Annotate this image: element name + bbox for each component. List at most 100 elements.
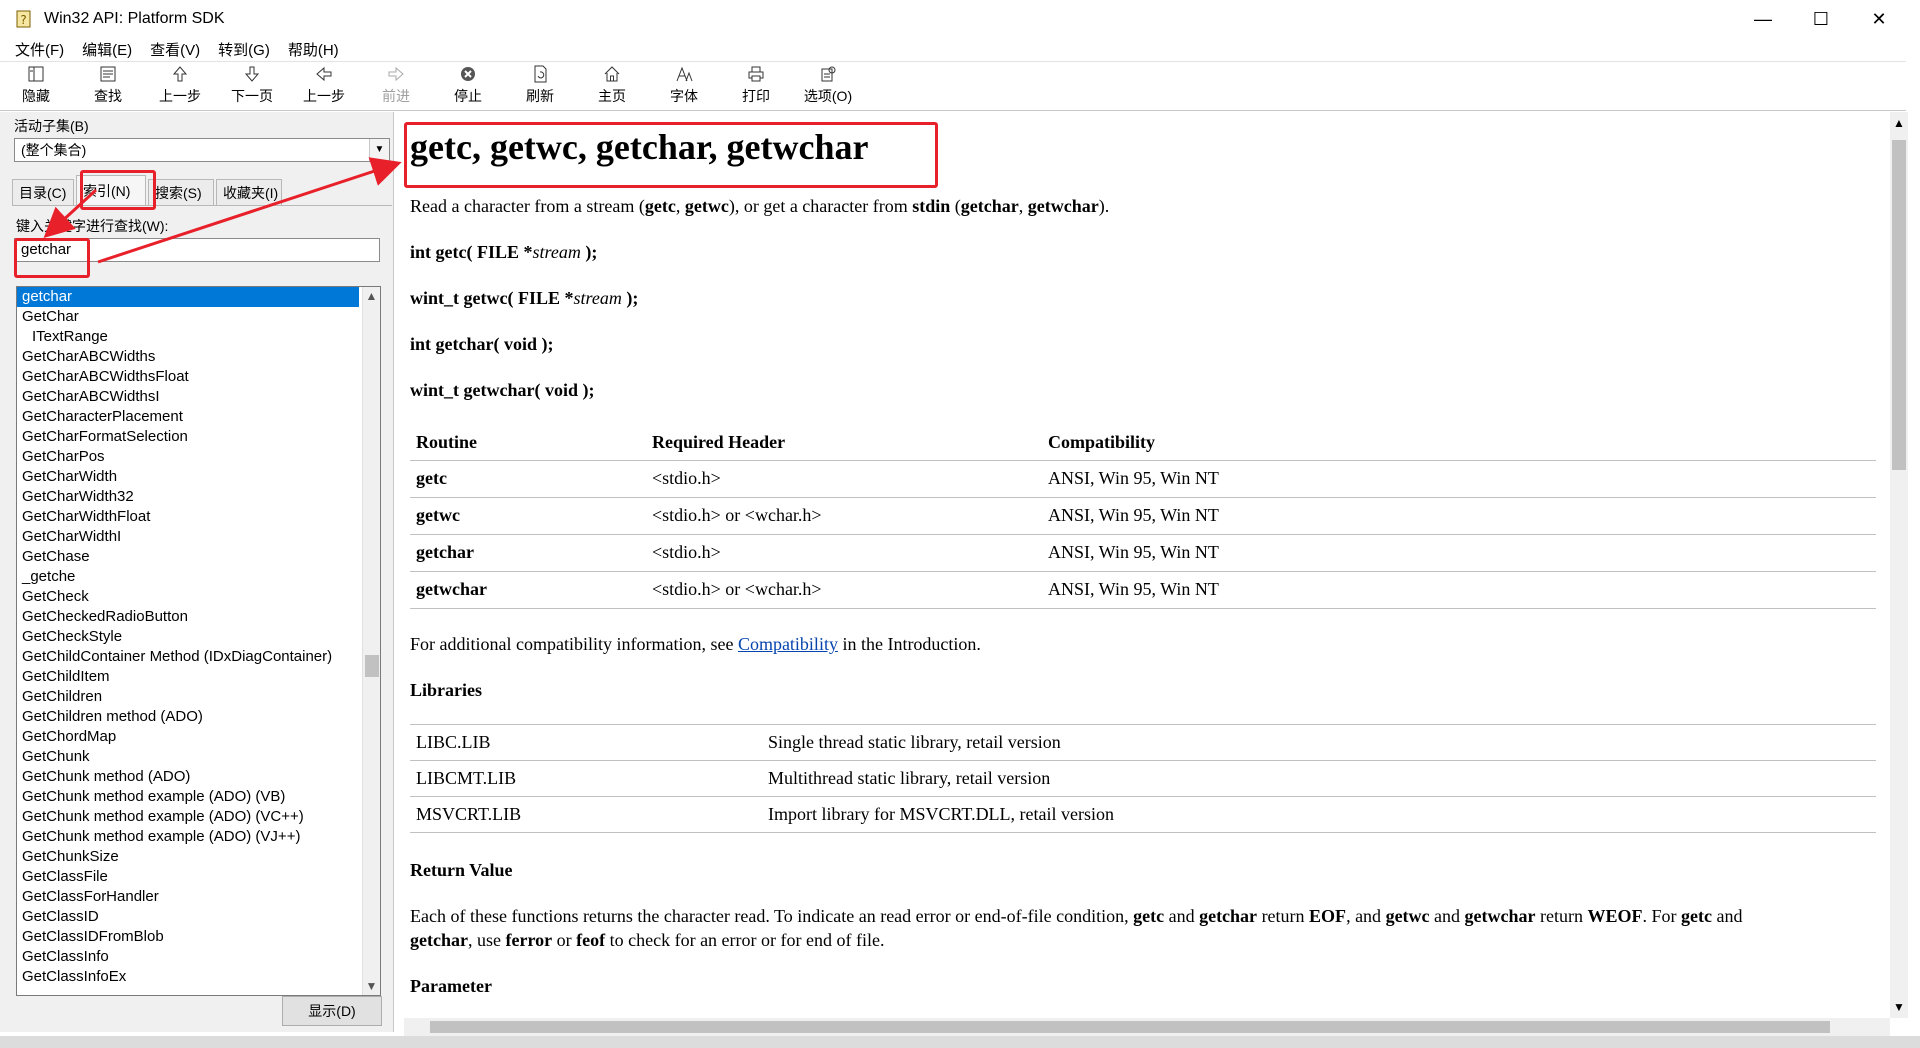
index-list-item[interactable]: GetClassIDFromBlob bbox=[17, 927, 359, 947]
index-list-item[interactable]: GetChunk bbox=[17, 747, 359, 767]
locate-icon bbox=[100, 66, 116, 82]
options-button[interactable]: 选项(O) bbox=[792, 63, 864, 110]
help-book-icon: ? bbox=[16, 10, 31, 28]
index-list-item[interactable]: GetChildContainer Method (IDxDiagContain… bbox=[17, 647, 359, 667]
index-list-item[interactable]: GetChordMap bbox=[17, 727, 359, 747]
svg-text:?: ? bbox=[20, 13, 26, 27]
index-list-item[interactable]: GetCharFormatSelection bbox=[17, 427, 359, 447]
column-header: Compatibility bbox=[1048, 432, 1156, 453]
libraries-table: LIBC.LIB Single thread static library, re… bbox=[410, 724, 1876, 833]
scroll-up-icon[interactable]: ▲ bbox=[1890, 112, 1908, 134]
return-value-text-line2: getchar, use ferror or feof to check for… bbox=[410, 930, 885, 950]
stop-button[interactable]: 停止 bbox=[432, 63, 504, 110]
index-list[interactable]: getchar GetChar ITextRange GetCharABCWidths… bbox=[16, 286, 381, 996]
index-list-item[interactable]: GetClassForHandler bbox=[17, 887, 359, 907]
signature-getchar: int getchar( void ); bbox=[410, 334, 554, 354]
tab-search[interactable]: 搜索(S) bbox=[148, 179, 214, 205]
font-button[interactable]: 字体 bbox=[648, 63, 720, 110]
table-row: LIBCMT.LIB Multithread static library, re… bbox=[410, 760, 1876, 797]
print-button[interactable]: 打印 bbox=[720, 63, 792, 110]
active-subset-dropdown[interactable]: (整个集合) ▼ bbox=[14, 138, 390, 162]
index-list-item[interactable]: GetCharWidthI bbox=[17, 527, 359, 547]
index-list-item[interactable]: GetChildren method (ADO) bbox=[17, 707, 359, 727]
index-list-item[interactable]: GetCheck bbox=[17, 587, 359, 607]
display-button[interactable]: 显示(D) bbox=[282, 996, 382, 1026]
libraries-heading: Libraries bbox=[410, 680, 482, 700]
tab-favorites[interactable]: 收藏夹(I) bbox=[216, 179, 282, 205]
index-list-item[interactable]: getchar bbox=[17, 287, 359, 307]
topic-horizontal-scrollbar[interactable] bbox=[404, 1018, 1890, 1036]
menu-view[interactable]: 查看(V) bbox=[150, 39, 200, 60]
minimize-button[interactable]: — bbox=[1734, 0, 1792, 38]
home-button[interactable]: 主页 bbox=[576, 63, 648, 110]
index-list-item[interactable]: GetClassInfo bbox=[17, 947, 359, 967]
font-icon bbox=[676, 66, 693, 82]
index-list-item[interactable]: ITextRange bbox=[17, 327, 359, 347]
signature-getc: int getc( FILE *stream ); bbox=[410, 242, 598, 262]
index-list-item[interactable]: GetCharPos bbox=[17, 447, 359, 467]
index-list-item[interactable]: _getche bbox=[17, 567, 359, 587]
scrollbar-thumb[interactable] bbox=[1892, 140, 1906, 470]
close-button[interactable]: ✕ bbox=[1850, 0, 1908, 38]
index-list-item[interactable]: GetCharABCWidths bbox=[17, 347, 359, 367]
topic-intro: Read a character from a stream (getc, ge… bbox=[410, 196, 1110, 216]
previous-button[interactable]: 上一步 bbox=[144, 63, 216, 110]
index-list-item[interactable]: GetChunk method example (ADO) (VB) bbox=[17, 787, 359, 807]
print-icon bbox=[748, 66, 764, 82]
index-list-item[interactable]: GetCheckStyle bbox=[17, 627, 359, 647]
keyword-label: 键入关键字进行查找(W): bbox=[16, 218, 169, 234]
index-list-item[interactable]: GetCharWidth32 bbox=[17, 487, 359, 507]
taskbar bbox=[0, 1036, 1920, 1048]
tab-contents[interactable]: 目录(C) bbox=[12, 179, 74, 205]
scrollbar-thumb[interactable] bbox=[430, 1021, 1830, 1033]
topic-vertical-scrollbar[interactable]: ▲ ▼ bbox=[1890, 112, 1908, 1018]
menu-edit[interactable]: 编辑(E) bbox=[82, 39, 132, 60]
index-list-item[interactable]: GetChunk method (ADO) bbox=[17, 767, 359, 787]
annotation-box-title bbox=[404, 122, 938, 188]
active-subset-label: 活动子集(B) bbox=[14, 118, 89, 134]
table-row: getc <stdio.h> ANSI, Win 95, Win NT bbox=[410, 459, 1876, 497]
hide-button[interactable]: 隐藏 bbox=[0, 63, 72, 110]
index-list-item[interactable]: GetCharWidthFloat bbox=[17, 507, 359, 527]
scroll-up-icon[interactable]: ▲ bbox=[363, 287, 380, 305]
up-arrow-icon bbox=[172, 66, 188, 82]
index-list-item[interactable]: GetChunk method example (ADO) (VJ++) bbox=[17, 827, 359, 847]
index-list-item[interactable]: GetChildItem bbox=[17, 667, 359, 687]
index-list-item[interactable]: GetCheckedRadioButton bbox=[17, 607, 359, 627]
menu-goto[interactable]: 转到(G) bbox=[218, 39, 270, 60]
topic-pane: getc, getwc, getchar, getwchar Read a ch… bbox=[404, 112, 1890, 1018]
compatibility-link[interactable]: Compatibility bbox=[738, 634, 838, 654]
next-page-button[interactable]: 下一页 bbox=[216, 63, 288, 110]
locate-button[interactable]: 查找 bbox=[72, 63, 144, 110]
routine-table: Routine Required Header Compatibility ge… bbox=[410, 426, 1876, 609]
index-list-item[interactable]: GetChildren bbox=[17, 687, 359, 707]
table-row: MSVCRT.LIB Import library for MSVCRT.DLL,… bbox=[410, 796, 1876, 833]
forward-button[interactable]: 前进 bbox=[360, 63, 432, 110]
back-button[interactable]: 上一步 bbox=[288, 63, 360, 110]
scroll-down-icon[interactable]: ▼ bbox=[1890, 996, 1908, 1018]
refresh-icon bbox=[534, 65, 547, 83]
index-list-item[interactable]: GetClassFile bbox=[17, 867, 359, 887]
nav-tabs: 目录(C) 索引(N) 搜索(S) 收藏夹(I) bbox=[12, 175, 392, 206]
index-list-item[interactable]: GetClassID bbox=[17, 907, 359, 927]
index-list-item[interactable]: GetChunk method example (ADO) (VC++) bbox=[17, 807, 359, 827]
index-list-item[interactable]: GetCharABCWidthsI bbox=[17, 387, 359, 407]
index-list-item[interactable]: GetCharABCWidthsFloat bbox=[17, 367, 359, 387]
annotation-box-search bbox=[14, 238, 90, 278]
refresh-button[interactable]: 刷新 bbox=[504, 63, 576, 110]
index-list-item[interactable]: GetCharWidth bbox=[17, 467, 359, 487]
index-list-item[interactable]: GetCharacterPlacement bbox=[17, 407, 359, 427]
index-list-item[interactable]: GetChase bbox=[17, 547, 359, 567]
index-list-item[interactable]: GetChunkSize bbox=[17, 847, 359, 867]
index-list-item[interactable]: GetClassInfoEx bbox=[17, 967, 359, 987]
menu-file[interactable]: 文件(F) bbox=[15, 39, 64, 60]
scroll-down-icon[interactable]: ▼ bbox=[363, 977, 380, 995]
index-scrollbar[interactable]: ▲ ▼ bbox=[362, 287, 380, 995]
maximize-button[interactable]: ☐ bbox=[1792, 0, 1850, 38]
menu-help[interactable]: 帮助(H) bbox=[288, 39, 339, 60]
chevron-down-icon[interactable]: ▼ bbox=[369, 139, 389, 161]
scrollbar-thumb[interactable] bbox=[365, 655, 379, 677]
index-list-item[interactable]: GetChar bbox=[17, 307, 359, 327]
signature-getwchar: wint_t getwchar( void ); bbox=[410, 380, 595, 400]
forward-arrow-icon bbox=[388, 66, 404, 82]
